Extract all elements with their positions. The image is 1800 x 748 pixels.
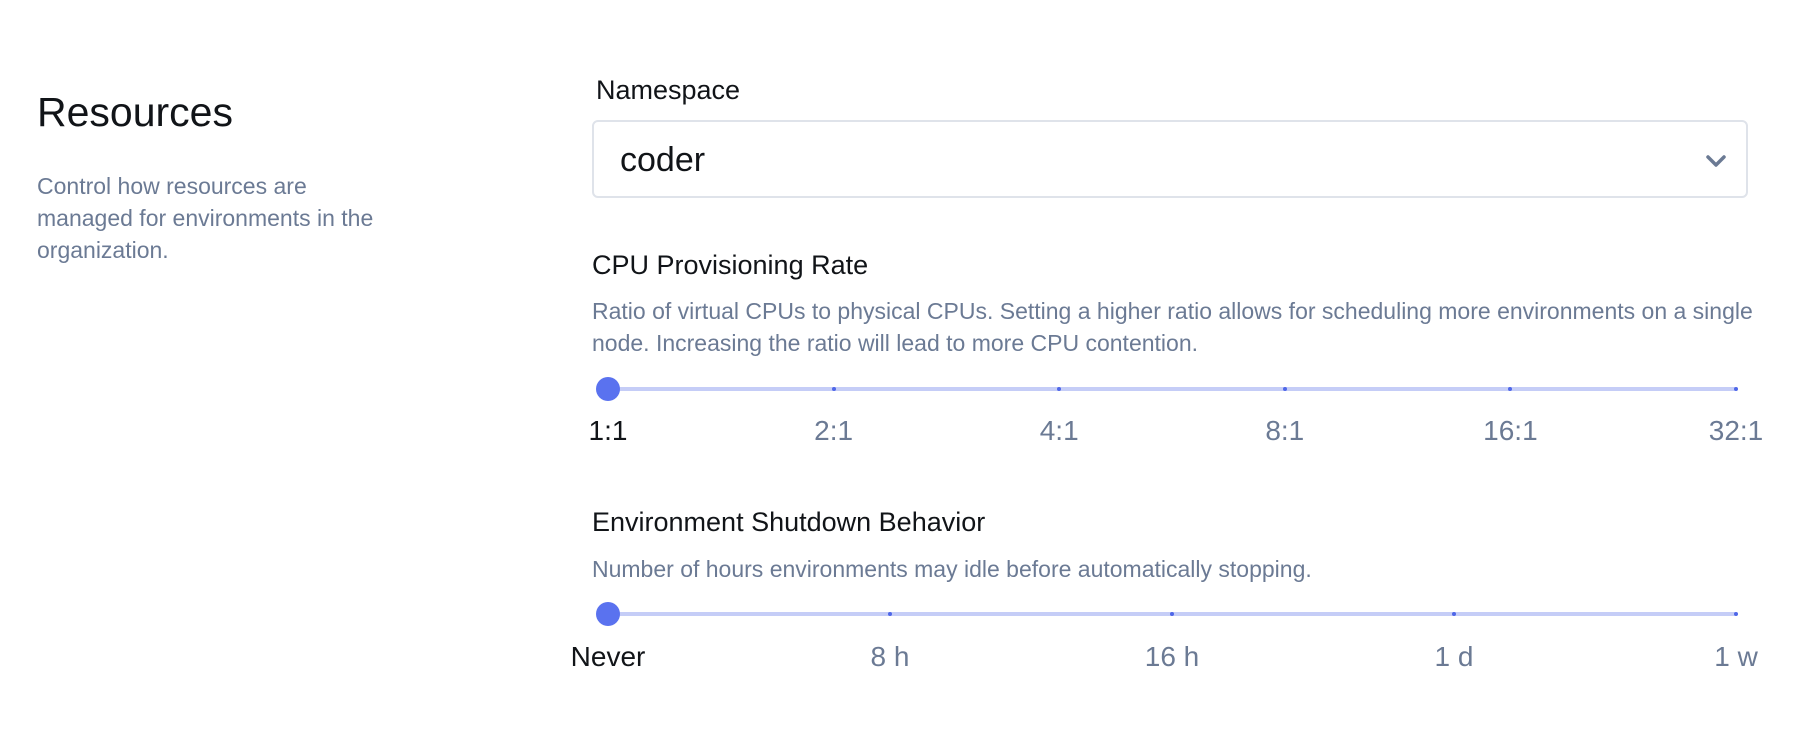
slider-tick — [1734, 612, 1738, 616]
slider-tick — [888, 612, 892, 616]
namespace-select-value: coder — [620, 141, 706, 179]
shutdown-behavior-label: Environment Shutdown Behavior — [592, 507, 986, 537]
cpu-provisioning-rate-slider[interactable] — [596, 374, 1738, 404]
slider-track[interactable] — [608, 387, 1736, 391]
slider-tick — [831, 387, 836, 391]
shutdown-mark-label[interactable]: Never — [571, 640, 646, 674]
cpu-rate-mark-label[interactable]: 4:1 — [1040, 414, 1079, 448]
shutdown-mark-label[interactable]: 1 d — [1435, 640, 1474, 674]
section-title: Resources — [37, 89, 233, 135]
slider-tick — [1282, 387, 1287, 391]
slider-tick — [1452, 612, 1456, 616]
namespace-select[interactable]: coder — [592, 120, 1748, 198]
cpu-provisioning-rate-description: Ratio of virtual CPUs to physical CPUs. … — [592, 298, 1753, 356]
namespace-label: Namespace — [596, 75, 741, 105]
slider-tick — [1734, 387, 1738, 391]
cpu-rate-mark-label[interactable]: 16:1 — [1483, 414, 1538, 448]
shutdown-mark-label[interactable]: 8 h — [871, 640, 910, 674]
cpu-rate-mark-label[interactable]: 2:1 — [814, 414, 853, 448]
cpu-rate-mark-label[interactable]: 8:1 — [1265, 414, 1304, 448]
section-description: Control how resources are managed for en… — [37, 173, 374, 263]
shutdown-behavior-description: Number of hours environments may idle be… — [592, 556, 1312, 582]
shutdown-mark-label[interactable]: 1 w — [1714, 640, 1758, 674]
slider-tick — [1170, 612, 1174, 616]
cpu-rate-mark-label[interactable]: 32:1 — [1709, 414, 1764, 448]
shutdown-mark-label[interactable]: 16 h — [1145, 640, 1200, 674]
slider-thumb[interactable] — [596, 602, 620, 626]
cpu-provisioning-rate-label: CPU Provisioning Rate — [592, 250, 869, 280]
cpu-rate-mark-label[interactable]: 1:1 — [589, 414, 628, 448]
resources-settings-page: Resources Control how resources are mana… — [0, 0, 1800, 748]
chevron-down-icon — [1706, 155, 1726, 167]
slider-thumb[interactable] — [596, 377, 620, 401]
shutdown-behavior-slider[interactable] — [596, 599, 1738, 629]
